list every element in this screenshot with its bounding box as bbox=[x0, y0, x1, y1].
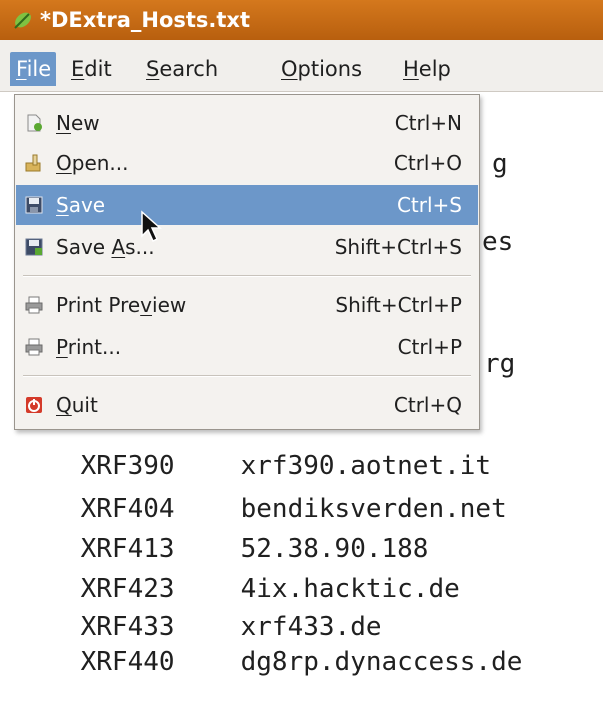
label-rest: ew bbox=[70, 111, 100, 135]
label-rest: rint... bbox=[67, 335, 122, 359]
menu-item-quit[interactable]: Quit Ctrl+Q bbox=[16, 385, 478, 425]
print-preview-icon bbox=[25, 296, 43, 314]
editor-line: XRF404 bendiksverden.net bbox=[18, 449, 507, 524]
shortcut-label: Ctrl+S bbox=[396, 193, 462, 217]
accel-key: O bbox=[56, 151, 72, 175]
mouse-pointer-icon bbox=[141, 210, 162, 243]
editor-line: XRF413 52.38.90.188 bbox=[18, 489, 429, 564]
file-menu-dropdown: New Ctrl+N Open... Ctrl+O Save Ctrl+S Sa… bbox=[14, 94, 480, 430]
menu-item-label: Save bbox=[56, 193, 105, 217]
title-bar: *DExtra_Hosts.txt bbox=[0, 0, 603, 40]
menu-item-new[interactable]: New Ctrl+N bbox=[16, 103, 478, 143]
label-rest: ave bbox=[68, 193, 106, 217]
shortcut-label: Ctrl+Q bbox=[393, 393, 462, 417]
shortcut-label: Ctrl+P bbox=[397, 335, 462, 359]
text-fragment: rg bbox=[484, 349, 516, 379]
menu-item-open[interactable]: Open... Ctrl+O bbox=[16, 143, 478, 183]
menu-file[interactable]: File bbox=[10, 52, 56, 86]
window-title: *DExtra_Hosts.txt bbox=[40, 8, 251, 32]
menu-item-print[interactable]: Print... Ctrl+P bbox=[16, 327, 478, 367]
menu-separator bbox=[23, 275, 471, 277]
menu-file-key: F bbox=[16, 57, 27, 81]
menu-search-rest: earch bbox=[159, 57, 219, 81]
menu-edit-key: E bbox=[71, 57, 85, 81]
menu-options-key: O bbox=[281, 57, 298, 81]
menu-edit-rest: dit bbox=[84, 57, 112, 81]
new-file-icon bbox=[27, 114, 42, 132]
editor-line: XRF440 dg8rp.dynaccess.de bbox=[18, 602, 523, 677]
menu-help[interactable]: Help bbox=[403, 52, 451, 86]
menu-item-save[interactable]: Save Ctrl+S bbox=[16, 185, 478, 225]
menu-item-label: New bbox=[56, 111, 100, 135]
menu-item-label: Print... bbox=[56, 335, 121, 359]
label-rest: pen... bbox=[71, 151, 129, 175]
floppy-disk-icon bbox=[25, 196, 43, 214]
accel-key: v bbox=[140, 293, 153, 317]
shortcut-label: Ctrl+N bbox=[394, 111, 462, 135]
app-leaf-icon bbox=[14, 12, 31, 29]
save-as-icon bbox=[25, 238, 43, 256]
editor-line: XRF423 4ix.hacktic.de bbox=[18, 529, 460, 604]
label-rest: iew bbox=[152, 293, 187, 317]
accel-key: S bbox=[56, 193, 69, 217]
label-rest: uit bbox=[71, 393, 98, 417]
menu-search[interactable]: Search bbox=[146, 52, 218, 86]
menu-help-rest: elp bbox=[418, 57, 451, 81]
menu-item-label: Open... bbox=[56, 151, 129, 175]
quit-icon bbox=[26, 397, 42, 413]
menu-item-save-as[interactable]: Save As... Shift+Ctrl+S bbox=[16, 227, 478, 267]
menu-bar: File Edit Search Options Help bbox=[0, 40, 603, 92]
accel-key: A bbox=[111, 235, 126, 259]
shortcut-label: Shift+Ctrl+S bbox=[334, 235, 462, 259]
accel-key: P bbox=[56, 335, 68, 359]
printer-icon bbox=[25, 338, 43, 356]
menu-options-rest: ptions bbox=[297, 57, 363, 81]
menu-separator bbox=[23, 375, 471, 377]
accel-key: N bbox=[56, 111, 71, 135]
text-fragment: es bbox=[482, 227, 514, 257]
text-fragment: g bbox=[492, 149, 508, 179]
shortcut-label: Shift+Ctrl+P bbox=[335, 293, 462, 317]
menu-file-rest: ile bbox=[26, 57, 52, 81]
menu-search-key: S bbox=[146, 57, 160, 81]
editor-line: XRF433 xrf433.de bbox=[18, 567, 382, 642]
menu-item-print-preview[interactable]: Print Preview Shift+Ctrl+P bbox=[16, 285, 478, 325]
accel-key: Q bbox=[56, 393, 72, 417]
open-folder-icon bbox=[25, 154, 41, 172]
label-pre: Save bbox=[56, 235, 112, 259]
menu-help-key: H bbox=[403, 57, 419, 81]
menu-item-label: Print Preview bbox=[56, 293, 186, 317]
line-host: dg8rp.dynaccess.de bbox=[240, 647, 523, 677]
menu-item-label: Quit bbox=[56, 393, 98, 417]
line-id: XRF440 bbox=[80, 647, 175, 677]
menu-options[interactable]: Options bbox=[281, 52, 362, 86]
menu-edit[interactable]: Edit bbox=[71, 52, 112, 86]
shortcut-label: Ctrl+O bbox=[393, 151, 462, 175]
label-pre: Print Pre bbox=[56, 293, 141, 317]
